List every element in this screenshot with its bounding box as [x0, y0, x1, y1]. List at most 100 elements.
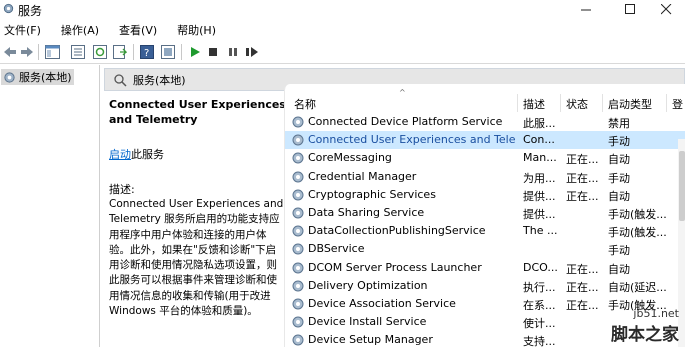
restart-icon	[246, 47, 258, 57]
service-gear-icon	[292, 243, 304, 255]
scrollbar-thumb[interactable]	[679, 151, 685, 221]
column-header-name[interactable]: 名称	[294, 84, 316, 112]
service-row[interactable]: Data Sharing Service 提供... 手动(触发...	[285, 204, 685, 222]
service-startup-type: 手动(触发...	[608, 207, 666, 221]
column-header-description[interactable]: 描述	[523, 84, 545, 112]
service-status: 正在...	[566, 171, 599, 185]
service-description: 在系...	[523, 298, 556, 312]
service-startup-type: 自动	[608, 189, 630, 203]
menu-help[interactable]: 帮助(H)	[174, 22, 219, 38]
service-row[interactable]: DCOM Server Process Launcher DCO... 正在... 自…	[285, 259, 685, 277]
watermark: jb51.net 脚本之家	[569, 307, 679, 345]
refresh-button[interactable]	[92, 44, 108, 60]
service-gear-icon	[292, 334, 304, 346]
back-button[interactable]	[2, 44, 18, 60]
service-name: Connected User Experiences and Telem...	[308, 133, 516, 147]
service-row[interactable]: Connected User Experiences and Telem... C…	[285, 131, 685, 150]
watermark-url: jb51.net	[633, 307, 679, 320]
vertical-scrollbar[interactable]	[678, 139, 685, 347]
service-startup-type: 禁用	[608, 117, 630, 130]
pause-service-button[interactable]	[225, 44, 241, 60]
description-text: Connected User Experiences and Telemetry…	[109, 198, 284, 318]
export-list-button[interactable]	[112, 44, 128, 60]
service-name: Device Install Service	[308, 315, 427, 329]
service-name: Data Sharing Service	[308, 205, 425, 219]
service-row[interactable]: Delivery Optimization 执行... 正在... 自动(延迟...	[285, 277, 685, 295]
service-gear-icon	[292, 189, 304, 201]
service-name: Credential Manager	[308, 169, 417, 183]
title-bar: 服务	[0, 0, 685, 19]
service-name: Cryptographic Services	[308, 187, 436, 201]
service-gear-icon	[292, 262, 304, 273]
service-gear-icon	[292, 134, 304, 146]
service-gear-icon	[292, 298, 304, 310]
maximize-icon	[624, 4, 635, 14]
properties-button[interactable]	[160, 44, 176, 60]
restart-service-button[interactable]	[244, 44, 260, 60]
service-gear-icon	[292, 152, 304, 164]
service-startup-type: 手动	[608, 171, 630, 185]
forward-button[interactable]	[19, 44, 35, 60]
maximize-button[interactable]	[612, 0, 648, 19]
column-divider[interactable]	[560, 94, 561, 112]
service-name: Connected Device Platform Service	[308, 115, 503, 128]
start-service-button[interactable]	[187, 44, 203, 60]
service-status: 正在...	[566, 262, 599, 276]
service-row[interactable]: DBService 手动	[285, 240, 685, 258]
service-startup-type: 手动(触发...	[608, 226, 666, 240]
service-description: Man...	[523, 151, 557, 165]
service-name: Device Association Service	[308, 296, 456, 310]
back-arrow-icon	[4, 47, 16, 57]
stop-service-button[interactable]	[205, 44, 221, 60]
menu-bar: 文件(F) 操作(A) 查看(V) 帮助(H)	[0, 20, 685, 39]
tree-item-services-local[interactable]: 服务(本地)	[1, 69, 74, 85]
search-icon	[114, 73, 127, 87]
toolbar-separator	[38, 44, 39, 60]
service-name: Device Setup Manager	[308, 333, 433, 347]
service-startup-type: 自动	[608, 262, 630, 276]
close-icon	[660, 4, 671, 15]
service-row[interactable]: DataCollectionPublishingService The ... 手动…	[285, 222, 685, 240]
export-icon	[113, 45, 127, 59]
service-row[interactable]: Connected Device Platform Service 此服... 禁用	[285, 113, 685, 131]
tree-item-label: 服务(本地)	[19, 71, 72, 84]
service-startup-type: 手动	[608, 135, 630, 149]
selected-service-name: Connected User Experiences and Telemetry	[109, 98, 286, 126]
list-view-button[interactable]	[70, 44, 86, 60]
console-tree-button[interactable]	[44, 44, 60, 60]
service-description: 使计...	[523, 317, 556, 331]
column-header-startup-type[interactable]: 启动类型	[608, 84, 652, 112]
service-gear-icon	[292, 171, 304, 183]
service-name: Delivery Optimization	[308, 278, 428, 292]
start-service-link[interactable]: 启动	[109, 148, 131, 161]
minimize-button[interactable]	[568, 0, 604, 19]
refresh-icon	[93, 45, 107, 59]
column-divider[interactable]	[666, 94, 667, 112]
menu-file[interactable]: 文件(F)	[1, 22, 44, 38]
service-row[interactable]: CoreMessaging Man... 正在... 自动	[285, 149, 685, 167]
column-divider[interactable]	[602, 94, 603, 112]
console-tree-pane: 服务(本地)	[0, 65, 100, 347]
pause-icon	[229, 48, 237, 56]
service-row[interactable]: Cryptographic Services 提供... 正在... 自动	[285, 186, 685, 204]
menu-action[interactable]: 操作(A)	[58, 22, 102, 38]
service-description: 为用...	[523, 171, 556, 185]
service-name: DBService	[308, 242, 365, 256]
help-button[interactable]: ?	[139, 44, 155, 60]
service-row[interactable]: Credential Manager 为用... 正在... 手动	[285, 168, 685, 186]
service-startup-type: 手动	[608, 244, 630, 258]
close-button[interactable]	[648, 0, 684, 19]
service-description: 执行...	[523, 280, 556, 294]
description-label: 描述:	[109, 183, 135, 196]
window-title: 服务	[18, 4, 43, 18]
menu-view[interactable]: 查看(V)	[116, 22, 160, 38]
column-header-logon[interactable]: 登	[672, 84, 683, 112]
sort-ascending-icon: ^	[399, 88, 406, 97]
console-tree-icon	[44, 45, 60, 59]
gear-icon	[4, 71, 15, 83]
stop-icon	[209, 48, 217, 56]
column-divider[interactable]	[517, 94, 518, 112]
minimize-icon	[580, 9, 591, 11]
column-header-status[interactable]: 状态	[566, 84, 588, 112]
play-icon	[191, 47, 200, 57]
